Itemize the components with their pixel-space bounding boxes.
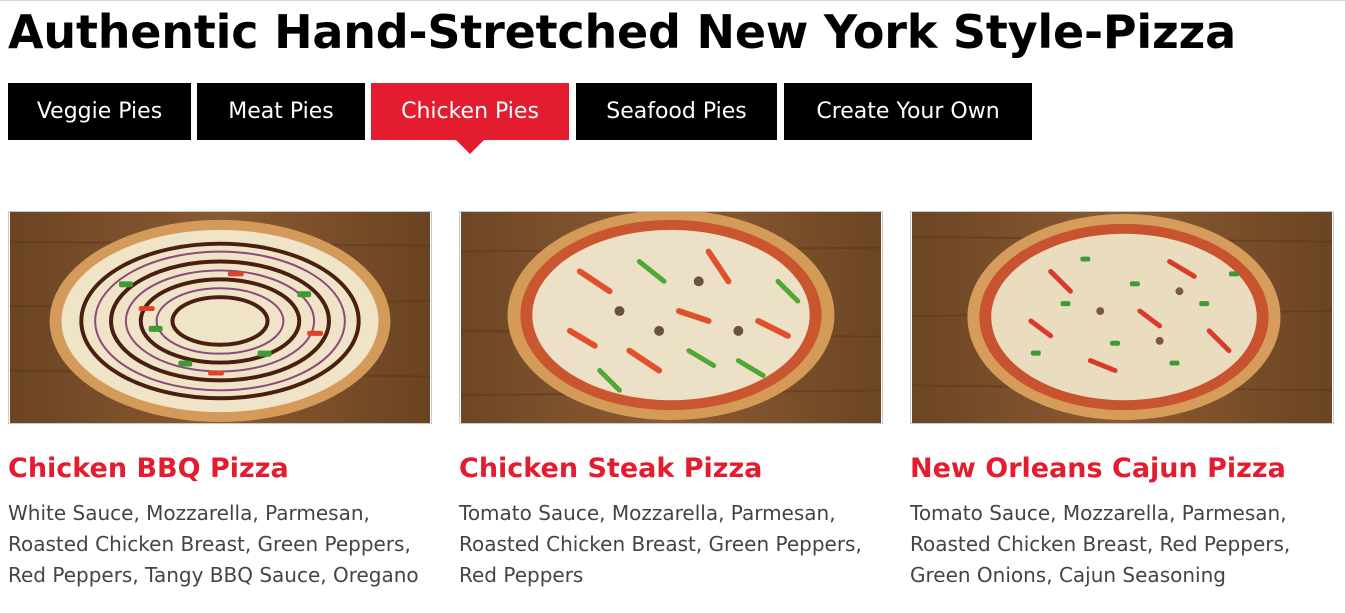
pizza-card-new-orleans-cajun[interactable]: New Orleans Cajun Pizza Tomato Sauce, Mo… xyxy=(910,211,1334,587)
tab-veggie-pies[interactable]: Veggie Pies xyxy=(8,83,191,140)
pizza-card-chicken-steak[interactable]: Chicken Steak Pizza Tomato Sauce, Mozzar… xyxy=(459,211,883,587)
tab-meat-pies[interactable]: Meat Pies xyxy=(197,83,365,140)
pizza-name[interactable]: Chicken BBQ Pizza xyxy=(8,453,289,484)
pizza-card-chicken-bbq[interactable]: Chicken BBQ Pizza White Sauce, Mozzarell… xyxy=(8,211,432,587)
tab-create-your-own[interactable]: Create Your Own xyxy=(784,83,1032,140)
chicken-steak-pizza-photo[interactable] xyxy=(459,211,883,424)
pizza-name[interactable]: Chicken Steak Pizza xyxy=(459,453,762,484)
pizza-description: Tomato Sauce, Mozzarella, Parmesan, Roas… xyxy=(910,501,1291,587)
cajun-pizza-photo[interactable] xyxy=(910,211,1334,424)
tab-seafood-pies[interactable]: Seafood Pies xyxy=(576,83,777,140)
page-title: Authentic Hand-Stretched New York Style-… xyxy=(8,5,1236,59)
pizza-description: Tomato Sauce, Mozzarella, Parmesan, Roas… xyxy=(459,501,862,587)
chicken-bbq-pizza-photo[interactable] xyxy=(8,211,432,424)
tab-chicken-pies[interactable]: Chicken Pies xyxy=(371,83,569,154)
pizza-name[interactable]: New Orleans Cajun Pizza xyxy=(910,453,1286,484)
pizza-description: White Sauce, Mozzarella, Parmesan, Roast… xyxy=(8,501,419,587)
